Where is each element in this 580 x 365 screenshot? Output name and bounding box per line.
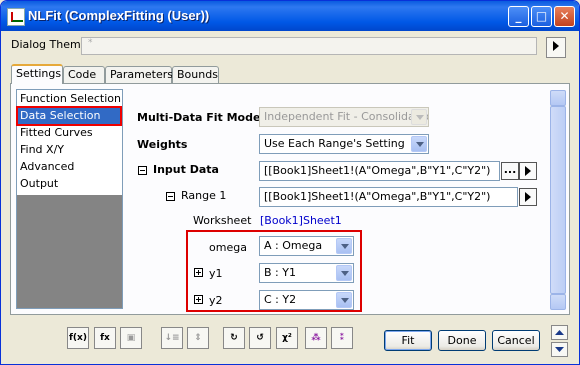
params-all-icon[interactable]: ⁑ [331,327,353,349]
minimize-button[interactable]: _ [508,6,529,27]
tab-parameters[interactable]: Parameters [105,66,173,83]
range-1-field[interactable]: [[Book1]Sheet1!(A"Omega",B"Y1",C"Y2") [259,187,518,207]
input-data-field[interactable]: [[Book1]Sheet1!(A"Omega",B"Y1",C"Y2") [259,161,500,181]
range-1-label: Range 1 [181,189,227,202]
cancel-button[interactable]: Cancel [492,330,540,351]
nav-item-advanced[interactable]: Advanced [20,159,74,175]
settings-nav-list: Function Selection Data Selection Fitted… [16,89,123,309]
iterate-icon[interactable]: ↻ [223,327,245,349]
chi-square-icon[interactable]: χ² [276,327,298,349]
chevron-down-icon[interactable] [336,238,352,254]
scroll-down-icon[interactable] [550,294,566,310]
arrow-right-icon [525,166,531,176]
input-data-value: [[Book1]Sheet1!(A"Omega",B"Y1",C"Y2") [264,164,491,177]
y1-select[interactable]: B : Y1 [259,263,354,283]
y1-value: B : Y1 [264,266,296,279]
expand-y1-icon[interactable] [194,268,203,277]
worksheet-label: Worksheet [193,214,252,227]
nav-item-output[interactable]: Output [20,176,58,192]
save-icon[interactable]: ▣ [120,327,142,349]
maximize-button[interactable]: □ [531,6,552,27]
params-icon[interactable]: ⁂ [305,327,327,349]
title-bar: NLFit (ComplexFitting (User)) _ □ ✕ [1,1,579,31]
app-icon [7,8,25,26]
tab-bounds[interactable]: Bounds [172,66,219,83]
expand-down-icon[interactable] [551,342,568,357]
weights-value: Use Each Range's Setting [264,137,405,150]
input-data-label: Input Data [153,163,219,176]
fx-table-icon[interactable]: fx [94,327,116,349]
done-button[interactable]: Done [438,330,486,351]
sort-icon[interactable]: ↓≡ [161,327,183,349]
omega-label: omega [209,241,247,254]
y2-select[interactable]: C : Y2 [259,290,354,310]
chevron-down-icon[interactable] [411,136,427,152]
fit-until-converge-icon[interactable]: ↺ [249,327,271,349]
weights-select[interactable]: Use Each Range's Setting [259,134,429,154]
multi-data-fit-mode-select: Independent Fit - Consolidated Report [259,107,429,127]
fit-button[interactable]: Fit [384,330,432,351]
scroll-thumb[interactable] [550,106,566,294]
nav-item-function-selection[interactable]: Function Selection [20,91,121,107]
chevron-up-icon [555,330,564,335]
nav-item-fitted-curves[interactable]: Fitted Curves [20,125,93,141]
nav-item-find-xy[interactable]: Find X/Y [20,142,64,158]
chevron-down-icon[interactable] [336,292,352,308]
tab-code[interactable]: Code [63,66,105,83]
nav-item-data-selection[interactable]: Data Selection [16,106,122,126]
nlfit-dialog: NLFit (ComplexFitting (User)) _ □ ✕ Dial… [0,0,580,365]
multi-data-fit-mode-value: Independent Fit - Consolidated Report [264,110,429,123]
chevron-down-icon [555,347,564,352]
chevron-down-icon [411,109,427,125]
fx-icon[interactable]: f(x) [67,327,89,349]
scroll-up-icon[interactable] [550,90,566,106]
tab-settings[interactable]: Settings [11,64,63,84]
collapse-up-icon[interactable] [551,325,568,340]
weights-label: Weights [137,138,188,151]
input-data-menu-button[interactable] [519,162,537,180]
y2-label: y2 [209,294,223,307]
omega-value: A : Omega [264,239,323,252]
nav-items: Function Selection Data Selection Fitted… [16,90,122,195]
expand-icon[interactable]: ⇕ [187,327,209,349]
input-data-browse-button[interactable]: ... [501,162,519,180]
range-1-menu-button[interactable] [519,188,537,206]
vertical-scrollbar[interactable] [550,90,566,310]
collapse-range-icon[interactable] [166,192,175,201]
chevron-down-icon[interactable] [336,265,352,281]
y2-value: C : Y2 [264,293,297,306]
multi-data-fit-mode-label: Multi-Data Fit Mode [137,111,261,124]
arrow-right-icon [553,41,559,51]
dialog-theme-label: Dialog Theme [11,38,88,51]
range-1-value: [[Book1]Sheet1!(A"Omega",B"Y1",C"Y2") [264,190,491,203]
y1-label: y1 [209,267,223,280]
dialog-theme-field[interactable]: * [81,37,537,55]
window-title: NLFit (ComplexFitting (User)) [28,8,210,23]
worksheet-link[interactable]: [Book1]Sheet1 [260,214,342,227]
expand-y2-icon[interactable] [194,295,203,304]
collapse-input-data-icon[interactable] [138,166,147,175]
arrow-right-icon [525,192,531,202]
theme-menu-button[interactable] [546,37,566,58]
omega-select[interactable]: A : Omega [259,236,354,256]
close-button[interactable]: ✕ [554,6,575,27]
